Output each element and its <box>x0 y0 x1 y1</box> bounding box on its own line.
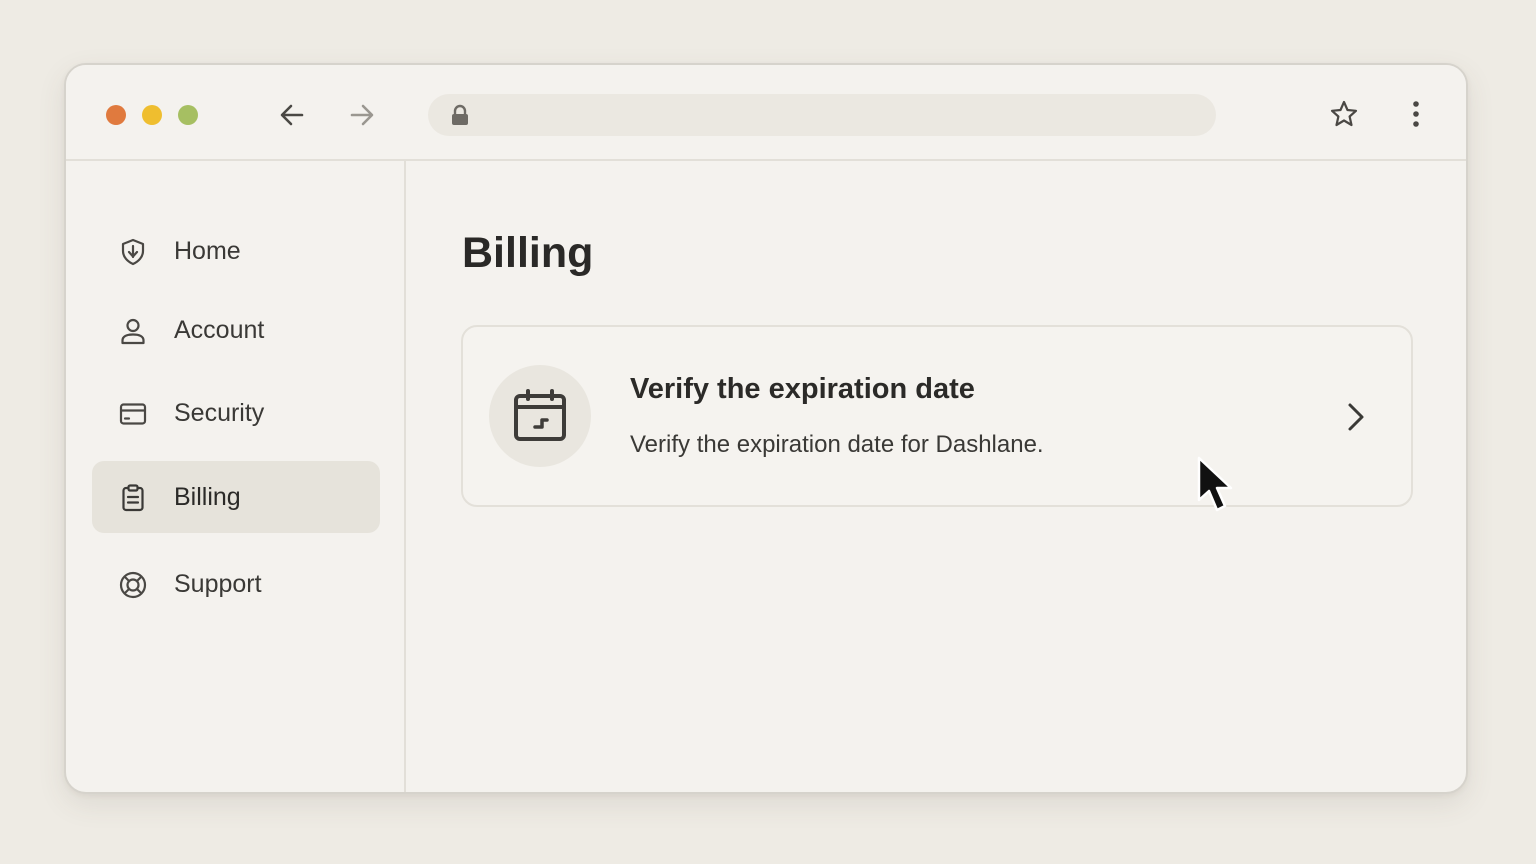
sidebar-item-label: Account <box>174 316 265 344</box>
card-icon-container <box>489 365 591 467</box>
address-bar[interactable] <box>428 94 1216 136</box>
sidebar-item-label: Billing <box>174 483 241 511</box>
shield-icon <box>121 238 145 266</box>
arrow-left-icon <box>280 104 304 126</box>
card-description: Verify the expiration date for Dashlane. <box>630 431 1044 458</box>
sidebar-item-billing[interactable]: Billing <box>92 461 380 533</box>
sidebar-item-security[interactable]: Security <box>92 377 380 449</box>
forward-button[interactable] <box>344 97 380 133</box>
card-title: Verify the expiration date <box>630 373 975 405</box>
sidebar-item-account[interactable]: Account <box>92 294 380 366</box>
sidebar: Home Account Security Billing Support <box>66 161 406 792</box>
sidebar-item-home[interactable]: Home <box>92 215 380 287</box>
more-vertical-icon[interactable] <box>1400 98 1432 130</box>
page-title: Billing <box>462 229 594 277</box>
minimize-window-button[interactable] <box>142 105 162 125</box>
back-button[interactable] <box>274 97 310 133</box>
browser-toolbar <box>66 65 1466 161</box>
user-icon <box>121 318 145 345</box>
sidebar-item-label: Security <box>174 399 265 427</box>
clipboard-icon <box>122 484 144 512</box>
sidebar-item-label: Support <box>174 570 262 598</box>
close-window-button[interactable] <box>106 105 126 125</box>
browser-window: Home Account Security Billing Support Bi… <box>64 63 1468 794</box>
sidebar-item-label: Home <box>174 237 241 265</box>
main-content: Billing Verify the expiration date Verif… <box>408 161 1466 792</box>
lock-icon <box>452 104 468 125</box>
lifebuoy-icon <box>119 571 147 599</box>
credit-card-icon <box>119 403 147 425</box>
verify-expiration-card[interactable]: Verify the expiration date Verify the ex… <box>461 325 1413 507</box>
calendar-icon <box>514 389 566 441</box>
bookmark-star-icon[interactable] <box>1328 98 1360 130</box>
chevron-right-icon <box>1348 403 1364 431</box>
maximize-window-button[interactable] <box>178 105 198 125</box>
arrow-right-icon <box>350 104 374 126</box>
sidebar-item-support[interactable]: Support <box>92 548 380 620</box>
